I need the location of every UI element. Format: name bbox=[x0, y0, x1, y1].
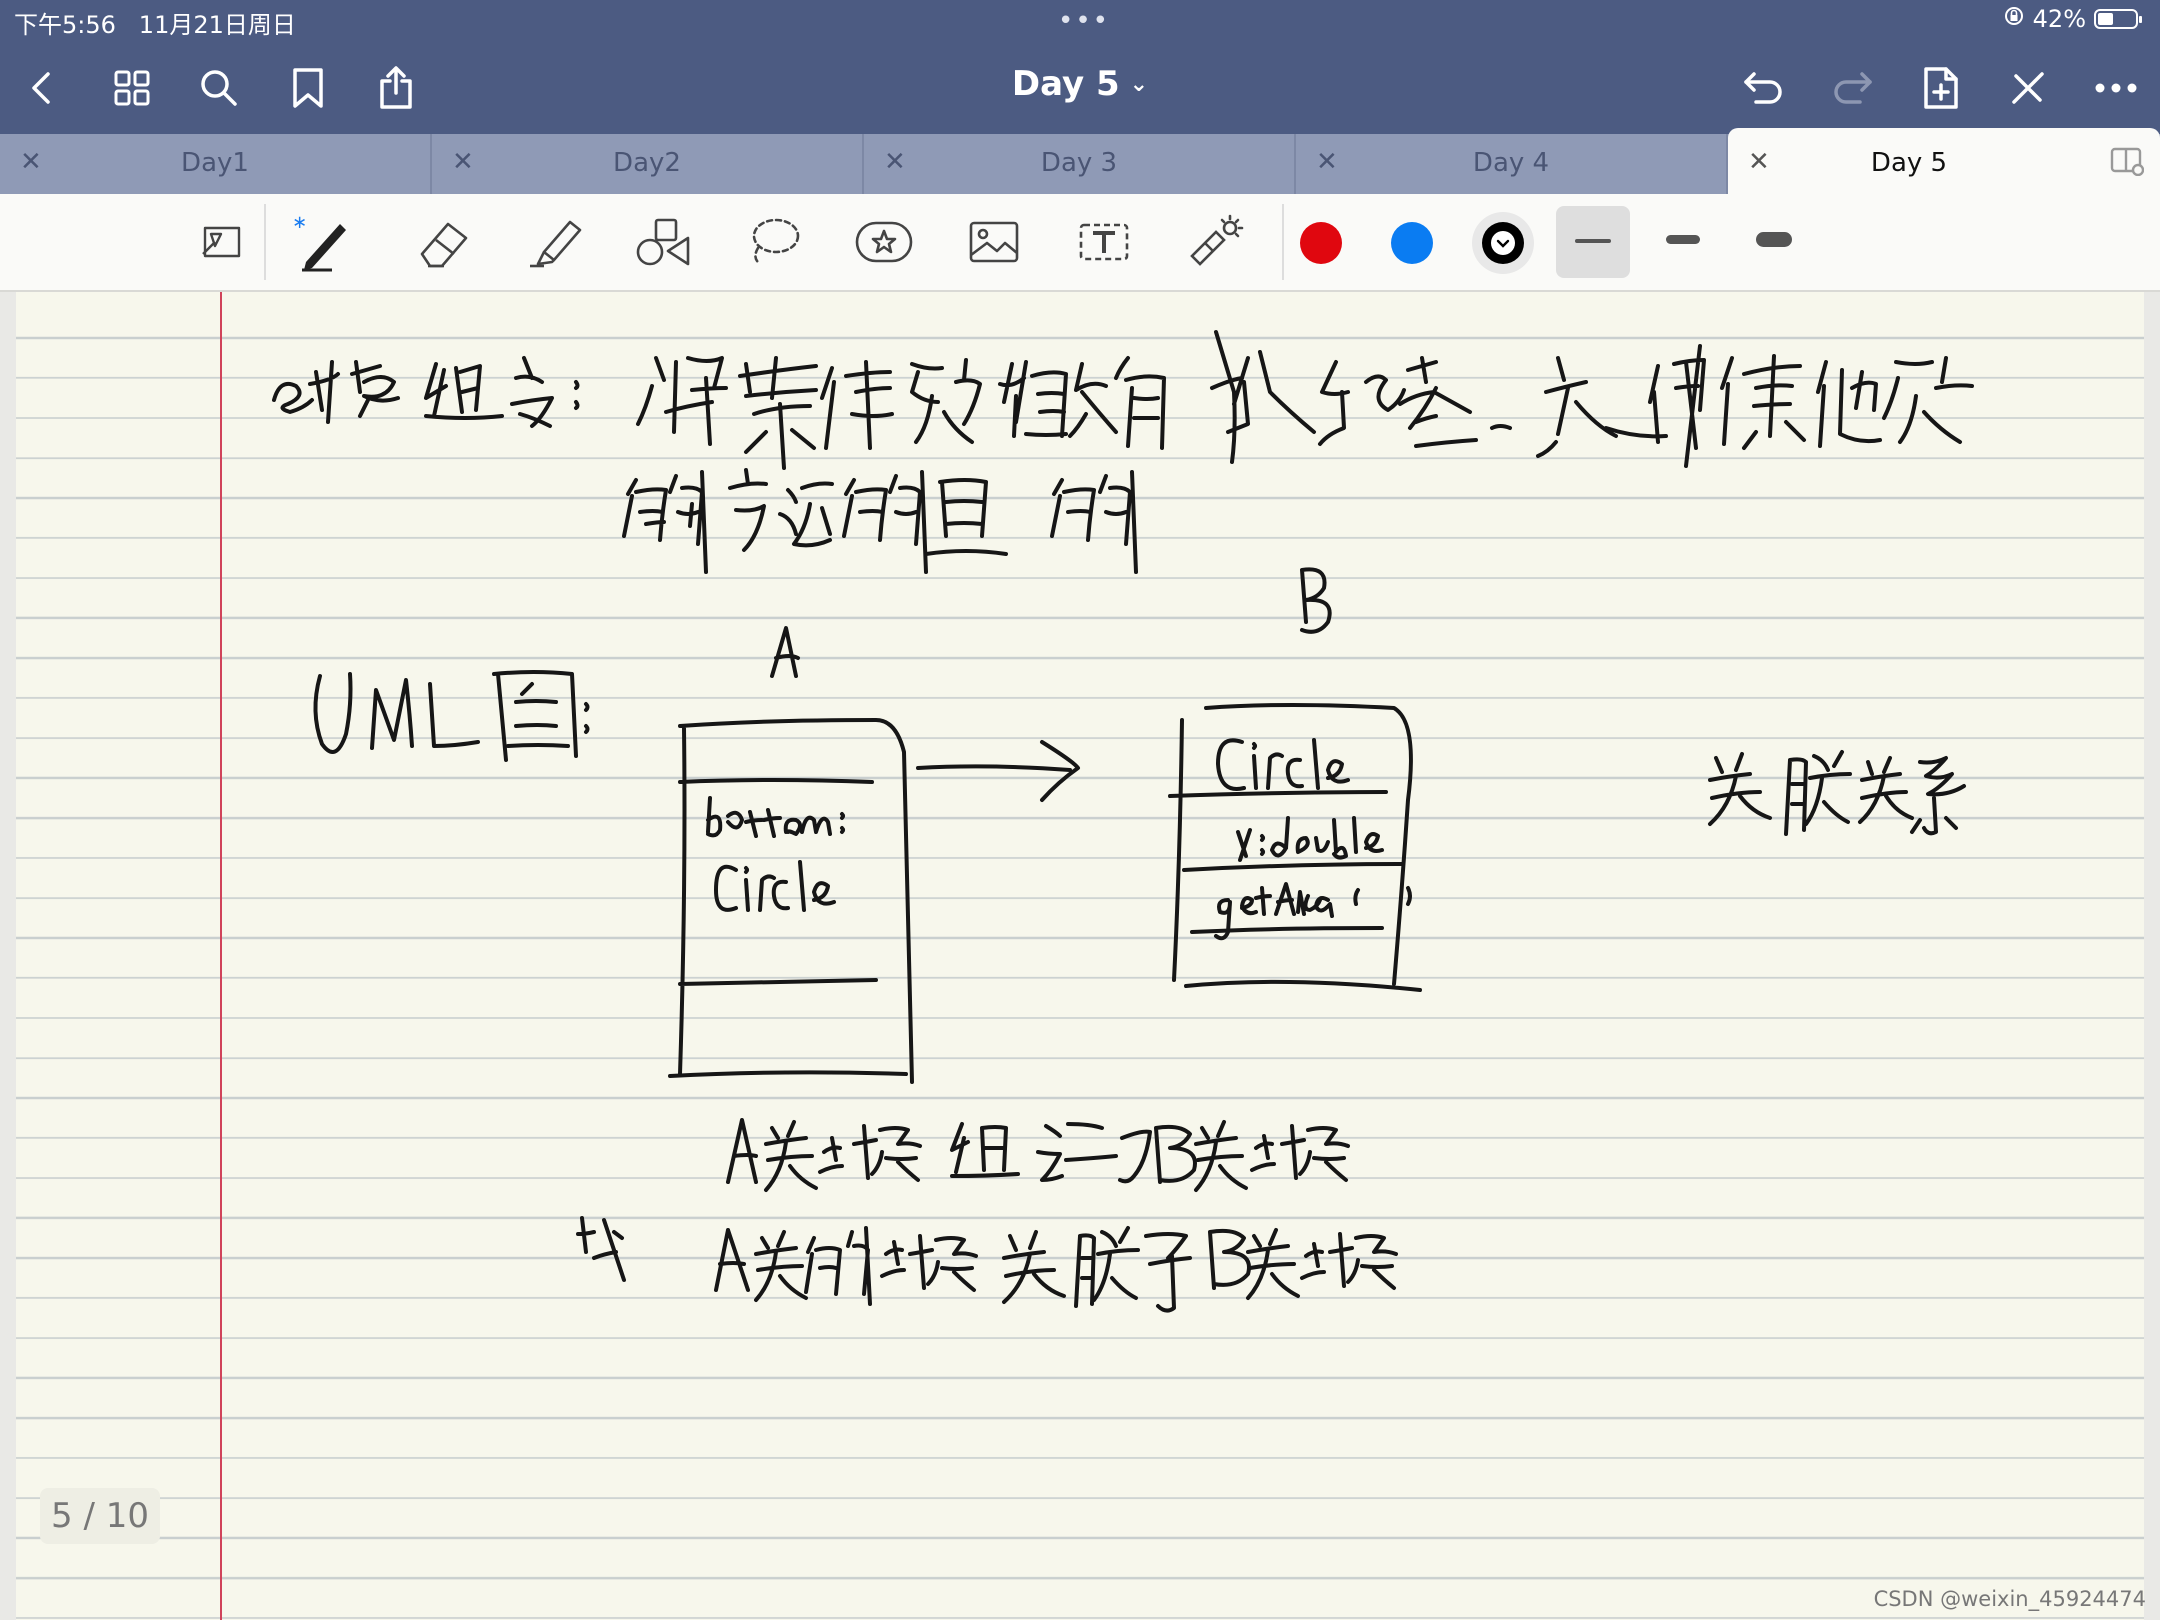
lasso-select-tool-icon[interactable] bbox=[190, 212, 254, 272]
laser-pointer-tool-icon[interactable] bbox=[1182, 212, 1246, 272]
tab-label: Day 3 bbox=[1040, 148, 1118, 178]
tab-label: Day2 bbox=[613, 148, 681, 178]
tab-day1[interactable]: ✕ Day1 bbox=[0, 134, 432, 194]
stroke-thin-icon bbox=[1575, 239, 1611, 243]
tab-day5[interactable]: ✕ Day 5 bbox=[1728, 128, 2160, 194]
stroke-medium-icon[interactable] bbox=[1666, 235, 1700, 244]
split-view-icon[interactable] bbox=[2110, 146, 2145, 183]
ink-line-2 bbox=[622, 468, 1138, 574]
pen-tool-icon[interactable]: ∗ bbox=[290, 212, 354, 272]
stroke-thick-icon[interactable] bbox=[1756, 232, 1792, 247]
status-right: 42% bbox=[2003, 5, 2142, 33]
eraser-tool-icon[interactable] bbox=[412, 212, 476, 272]
highlighter-tool-icon[interactable] bbox=[522, 212, 586, 272]
ink-class-a bbox=[668, 626, 914, 1084]
chevron-down-icon bbox=[1491, 231, 1515, 255]
ink-line-composition bbox=[726, 1118, 1350, 1192]
status-time: 下午5:56 bbox=[14, 11, 116, 39]
drawing-toolbar: ∗ bbox=[0, 194, 2160, 292]
battery-fill bbox=[2098, 13, 2113, 25]
nav-bar: Day 5 ⌄ bbox=[0, 40, 2160, 134]
toolbar-divider bbox=[264, 204, 266, 280]
status-date: 11月21日周日 bbox=[138, 11, 296, 39]
multitasking-dots-icon[interactable]: ••• bbox=[1058, 6, 1110, 36]
color-blue-swatch[interactable] bbox=[1391, 222, 1433, 264]
pen-close-icon[interactable] bbox=[2002, 62, 2054, 114]
ink-line-1 bbox=[272, 330, 1974, 470]
color-red-swatch[interactable] bbox=[1300, 222, 1342, 264]
ink-uml-label bbox=[313, 670, 590, 762]
handwriting-ink bbox=[272, 330, 1974, 1313]
tab-bar: ✕ Day1 ✕ Day2 ✕ Day 3 ✕ Day 4 ✕ Day 5 bbox=[0, 128, 2160, 194]
battery-percent: 42% bbox=[2032, 5, 2086, 33]
text-tool-icon[interactable] bbox=[1072, 212, 1136, 272]
tab-day3[interactable]: ✕ Day 3 bbox=[864, 134, 1296, 194]
lasso-tool-icon[interactable] bbox=[742, 212, 806, 272]
image-tool-icon[interactable] bbox=[962, 212, 1026, 272]
chevron-down-icon: ⌄ bbox=[1129, 72, 1149, 97]
notebook-page[interactable] bbox=[16, 292, 2144, 1620]
tab-day2[interactable]: ✕ Day2 bbox=[432, 134, 864, 194]
document-title-text: Day 5 bbox=[1011, 64, 1120, 104]
ink-line-association bbox=[576, 1216, 1398, 1313]
watermark: CSDN @weixin_45924474 bbox=[1873, 1587, 2146, 1611]
color-black-swatch[interactable] bbox=[1482, 222, 1524, 264]
ink-association-label bbox=[1708, 750, 1966, 836]
add-page-icon[interactable] bbox=[1914, 62, 1966, 114]
shapes-tool-icon[interactable] bbox=[632, 212, 696, 272]
tab-label: Day 4 bbox=[1472, 148, 1550, 178]
ink-class-b bbox=[1168, 567, 1422, 992]
page-indicator: 5 / 10 bbox=[40, 1488, 160, 1544]
battery-icon bbox=[2094, 9, 2142, 29]
ink-arrow bbox=[916, 740, 1080, 802]
tab-label: Day 5 bbox=[1870, 148, 1948, 178]
tab-day4[interactable]: ✕ Day 4 bbox=[1296, 134, 1728, 194]
orientation-lock-icon bbox=[2003, 5, 2025, 33]
sticker-tool-icon[interactable] bbox=[852, 212, 916, 272]
svg-text:∗: ∗ bbox=[292, 212, 307, 233]
status-bar: 下午5:56 11月21日周日 ••• 42% bbox=[0, 0, 2160, 40]
tab-label: Day1 bbox=[181, 148, 249, 178]
more-options-icon[interactable] bbox=[2090, 62, 2142, 114]
toolbar-divider bbox=[1282, 204, 1284, 280]
status-time-date: 下午5:56 11月21日周日 bbox=[14, 5, 296, 40]
undo-icon[interactable] bbox=[1738, 62, 1790, 114]
redo-icon[interactable] bbox=[1826, 62, 1878, 114]
